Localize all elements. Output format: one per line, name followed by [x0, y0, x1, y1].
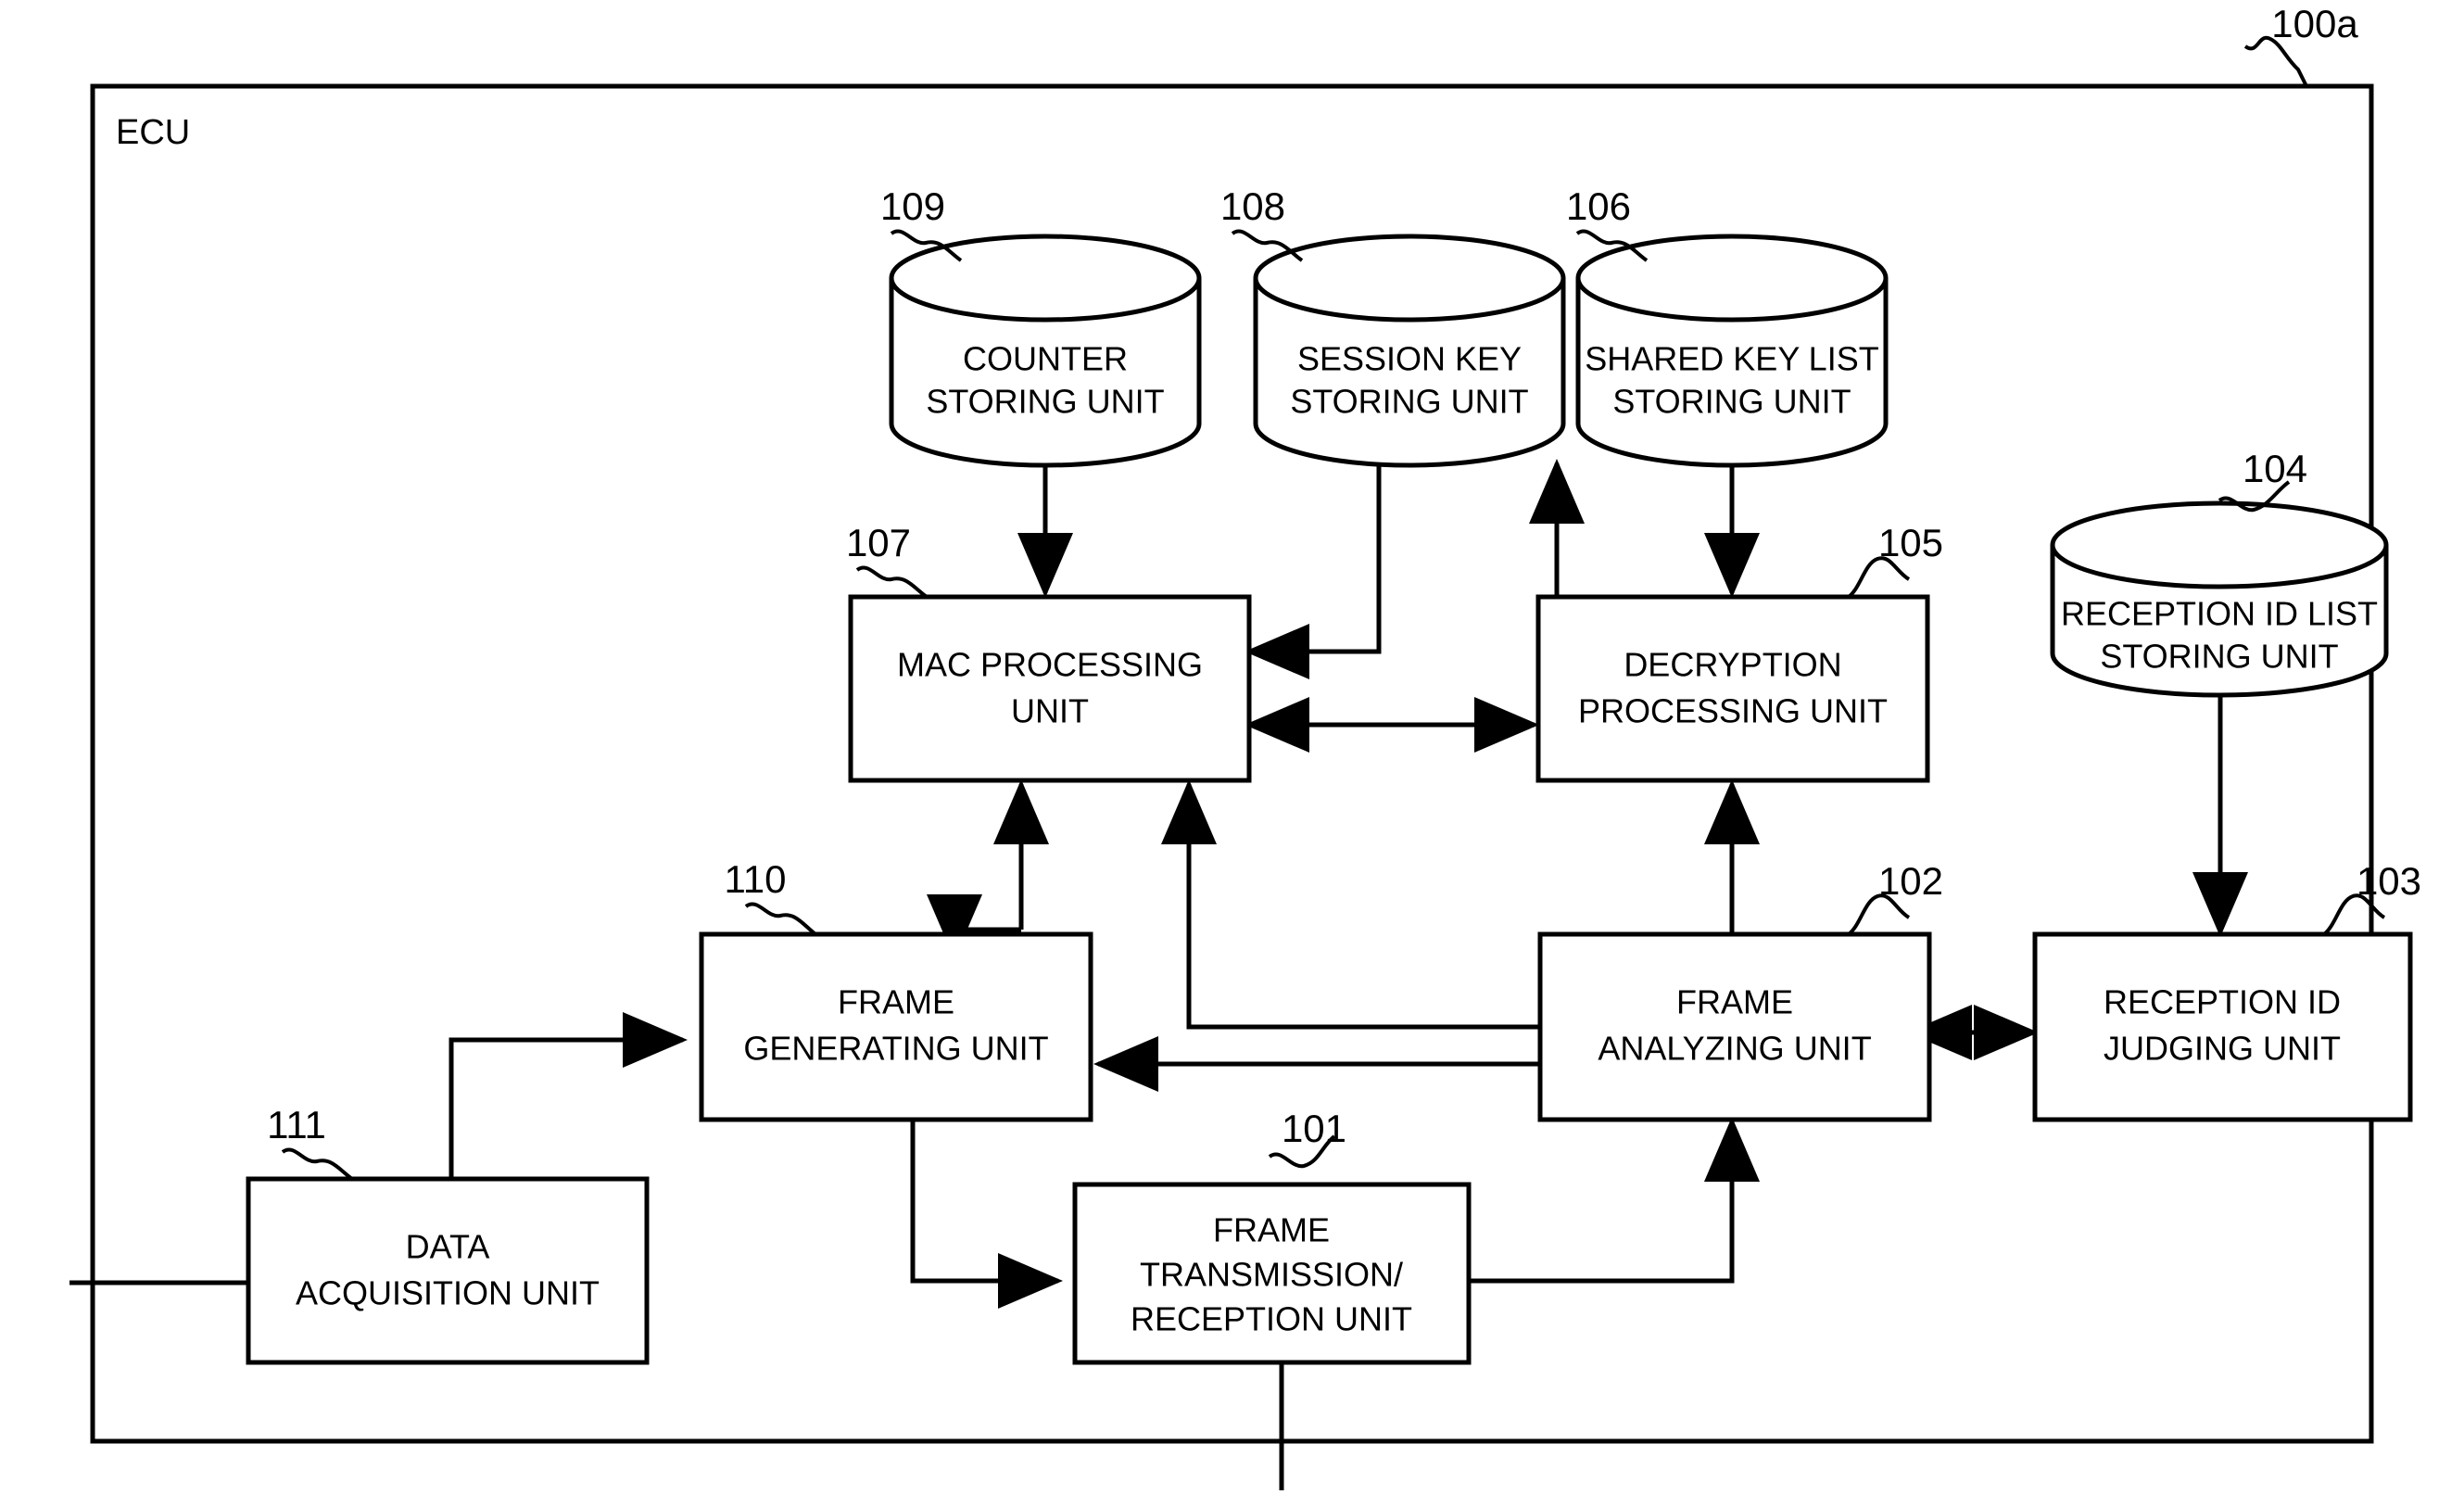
reception-id-list-storing-unit-label-line2: STORING UNIT	[2100, 638, 2338, 676]
reception-id-judging-unit-box[interactable]	[2032, 931, 2413, 1122]
frame-transmission-reception-unit-ref-number: 101	[1282, 1107, 1346, 1150]
frame-transmission-reception-unit-label-line1: FRAME	[1213, 1211, 1330, 1249]
reception-id-list-storing-unit-ref-number: 104	[2243, 447, 2307, 490]
session-key-storing-unit-label-line2: STORING UNIT	[1290, 383, 1528, 421]
counter-storing-unit-top[interactable]	[889, 234, 1202, 323]
frame-analyzing-unit-ref-number: 102	[1878, 859, 1943, 903]
frame-generating-unit-ref-number: 110	[725, 857, 787, 901]
decryption-processing-unit-ref-number: 105	[1878, 521, 1943, 564]
shared-key-list-storing-unit-label-line1: SHARED KEY LIST	[1585, 340, 1878, 378]
reception-id-judging-unit-ref-number: 103	[2357, 859, 2421, 903]
reception-id-list-storing-unit-top[interactable]	[2050, 500, 2389, 589]
block-diagram: ECU 100a MAC PROCESSING UNIT 107 DECRYPT…	[69, 2, 2421, 1490]
frame-generating-unit-label-line1: FRAME	[838, 983, 954, 1021]
frame-transmission-reception-unit-label-line2: TRANSMISSION/	[1140, 1256, 1403, 1294]
frame-generating-unit-label-line2: GENERATING UNIT	[743, 1030, 1048, 1068]
session-key-storing-unit-label-line1: SESSION KEY	[1297, 340, 1522, 378]
decryption-processing-unit-box[interactable]	[1535, 594, 1930, 783]
ecu-label: ECU	[116, 113, 190, 152]
decryption-processing-unit-label-line1: DECRYPTION	[1624, 646, 1841, 684]
ecu-ref-number: 100a	[2271, 2, 2358, 45]
mac-processing-unit-ref-number: 107	[846, 521, 911, 564]
session-key-storing-unit-top[interactable]	[1253, 234, 1566, 323]
counter-storing-unit-label-line1: COUNTER	[963, 340, 1128, 378]
data-acquisition-unit-label-line1: DATA	[406, 1228, 490, 1266]
frame-generating-unit-box[interactable]	[699, 931, 1093, 1122]
reception-id-judging-unit-label-line2: JUDGING UNIT	[2104, 1030, 2341, 1068]
mac-processing-unit-box[interactable]	[848, 594, 1252, 783]
data-acquisition-unit-box[interactable]	[246, 1176, 650, 1365]
frame-analyzing-unit-label-line2: ANALYZING UNIT	[1598, 1030, 1871, 1068]
session-key-storing-unit-ref-number: 108	[1220, 184, 1285, 228]
frame-analyzing-unit-label-line1: FRAME	[1676, 983, 1793, 1021]
shared-key-list-storing-unit-top[interactable]	[1575, 234, 1889, 323]
frame-transmission-reception-unit-label-line3: RECEPTION UNIT	[1131, 1300, 1412, 1338]
counter-storing-unit-label-line2: STORING UNIT	[926, 383, 1164, 421]
data-acquisition-unit-label-line2: ACQUISITION UNIT	[296, 1274, 600, 1312]
shared-key-list-storing-unit-label-line2: STORING UNIT	[1612, 383, 1851, 421]
figure-canvas: ECU 100a MAC PROCESSING UNIT 107 DECRYPT…	[0, 0, 2464, 1507]
reception-id-judging-unit-label-line1: RECEPTION ID	[2104, 983, 2341, 1021]
reception-id-list-storing-unit-label-line1: RECEPTION ID LIST	[2061, 595, 2378, 633]
frame-analyzing-unit-box[interactable]	[1537, 931, 1932, 1122]
data-acquisition-unit-ref-number: 111	[267, 1103, 326, 1146]
counter-storing-unit-ref-number: 109	[880, 184, 945, 228]
decryption-processing-unit-label-line2: PROCESSING UNIT	[1578, 692, 1888, 730]
shared-key-list-storing-unit-ref-number: 106	[1566, 184, 1631, 228]
mac-processing-unit-label-line2: UNIT	[1011, 692, 1089, 730]
mac-processing-unit-label-line1: MAC PROCESSING	[897, 646, 1203, 684]
